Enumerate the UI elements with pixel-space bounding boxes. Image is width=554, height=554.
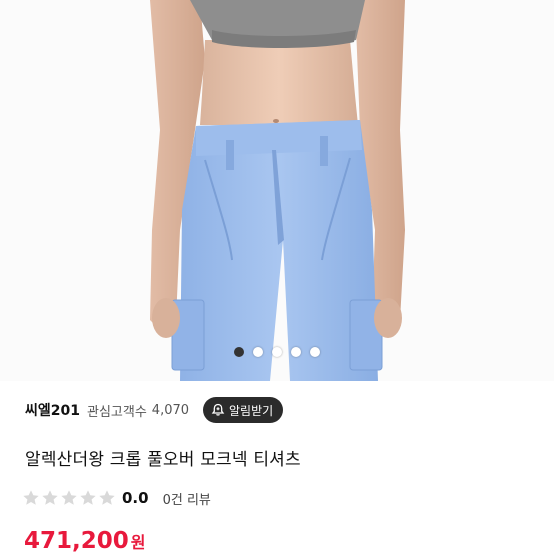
followers-count: 4,070 <box>151 402 190 418</box>
rating-stars <box>22 489 116 507</box>
carousel-indicator <box>0 347 554 357</box>
carousel-dot[interactable] <box>272 347 282 357</box>
product-title: 알렉산더왕 크롭 풀오버 모크넥 티셔츠 <box>25 450 301 470</box>
star-icon <box>99 490 115 505</box>
star-icon <box>42 490 58 505</box>
seller-info: 씨엘201 관심고객수 4,070 알림받기 <box>25 396 534 424</box>
price-row: 471,200 원 <box>24 528 146 554</box>
followers-label: 관심고객수 <box>86 404 147 420</box>
bell-plus-icon <box>211 403 225 416</box>
star-icon <box>61 490 77 505</box>
rating-row[interactable]: 0.0 0건 리뷰 <box>22 486 211 510</box>
get-alerts-label: 알림받기 <box>229 403 274 418</box>
product-photo <box>0 0 554 381</box>
carousel-dot[interactable] <box>310 347 320 357</box>
review-count-link[interactable]: 0건 리뷰 <box>163 489 211 508</box>
star-icon <box>80 490 96 505</box>
price-currency: 원 <box>130 533 146 552</box>
price-value: 471,200 <box>24 528 129 554</box>
star-icon <box>23 490 39 505</box>
carousel-dot[interactable] <box>234 347 244 357</box>
product-image-carousel[interactable] <box>0 0 554 381</box>
get-alerts-button[interactable]: 알림받기 <box>203 397 284 423</box>
carousel-dot[interactable] <box>253 347 263 357</box>
carousel-dot[interactable] <box>291 347 301 357</box>
seller-name[interactable]: 씨엘201 <box>25 400 80 420</box>
rating-value: 0.0 <box>122 489 149 507</box>
